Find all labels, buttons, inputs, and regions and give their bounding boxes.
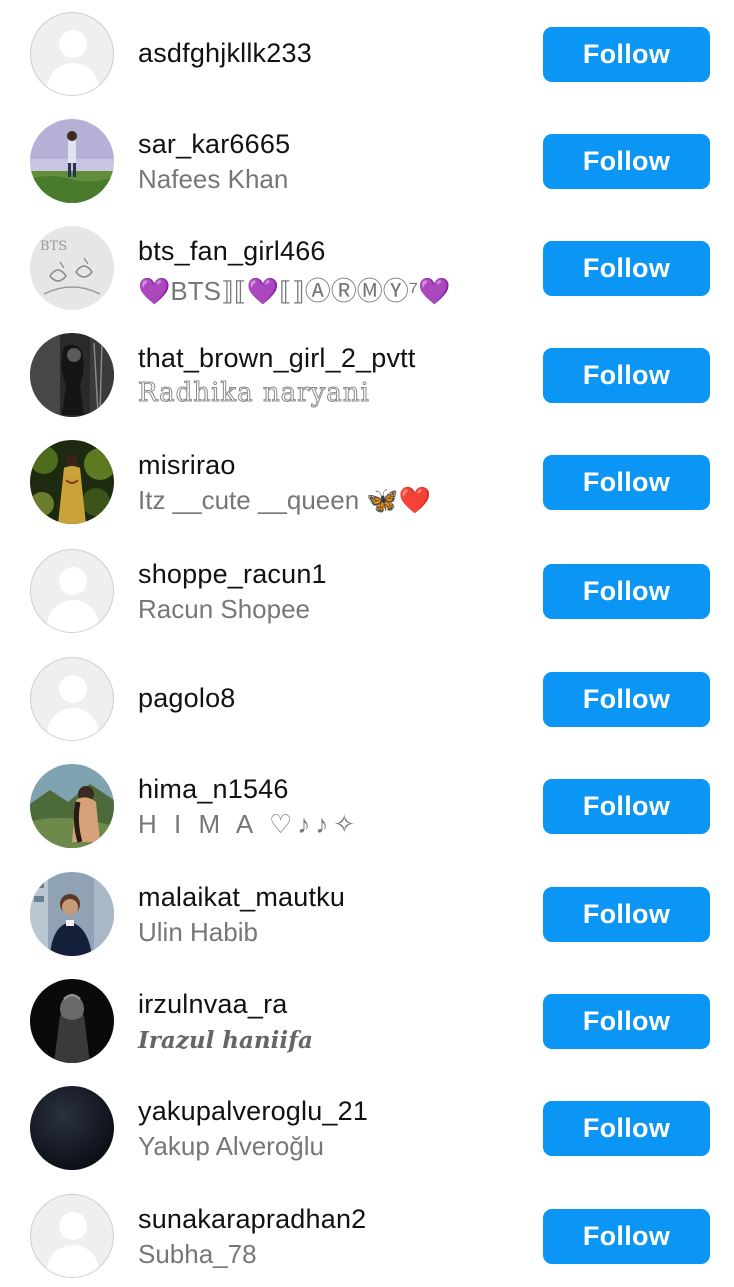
profile-photo-avatar[interactable]: BTS [30,226,114,310]
username[interactable]: bts_fan_girl466 [138,236,326,267]
list-item[interactable]: shoppe_racun1 Racun Shopee Follow [0,535,734,642]
username[interactable]: pagolo8 [138,683,236,714]
follow-button[interactable]: Follow [543,348,710,403]
profile-photo-avatar[interactable] [30,1086,114,1170]
username[interactable]: misrirao [138,450,236,481]
username[interactable]: malaikat_mautku [138,882,345,913]
full-name: Radhika naryani [138,378,370,409]
list-item[interactable]: irzulnvaa_ra Irazul haniifa Follow [0,965,734,1072]
follow-button[interactable]: Follow [543,27,710,82]
full-name: Yakup Alveroğlu [138,1131,324,1161]
follow-button[interactable]: Follow [543,455,710,510]
suggested-accounts-list: asdfghjkllk233 Follow sar_kar6665 Nafees… [0,0,734,1280]
follow-button[interactable]: Follow [543,779,710,834]
profile-photo-avatar[interactable] [30,764,114,848]
full-name: Irazul haniifa [138,1027,313,1054]
profile-photo-avatar[interactable] [30,979,114,1063]
follow-button[interactable]: Follow [543,672,710,727]
profile-photo-avatar[interactable] [30,440,114,524]
list-item[interactable]: BTS bts_fan_girl466 💜BTS⟧⟦💜⟦⟧ⒶⓇⓂⓎ⁷💜 Foll… [0,214,734,321]
list-item[interactable]: hima_n1546 H I M A ♡♪♪✧ Follow [0,750,734,857]
username[interactable]: that_brown_girl_2_pvtt [138,343,416,374]
list-item[interactable]: misrirao Itz __cute __queen 🦋❤️ Follow [0,428,734,535]
list-item[interactable]: sunakarapradhan2 Subha_78 Follow [0,1180,734,1287]
username[interactable]: hima_n1546 [138,774,289,805]
username[interactable]: asdfghjkllk233 [138,38,312,69]
list-item[interactable]: yakupalveroglu_21 Yakup Alveroğlu Follow [0,1072,734,1179]
full-name: Subha_78 [138,1239,257,1269]
profile-photo-avatar[interactable] [30,333,114,417]
follow-button[interactable]: Follow [543,241,710,296]
list-item[interactable]: that_brown_girl_2_pvtt Radhika naryani F… [0,321,734,428]
follow-button[interactable]: Follow [543,1209,710,1264]
svg-text:BTS: BTS [40,239,67,254]
list-item[interactable]: pagolo8 Follow [0,643,734,750]
username[interactable]: irzulnvaa_ra [138,989,287,1020]
profile-photo-avatar[interactable] [30,872,114,956]
full-name: Racun Shopee [138,594,311,624]
username[interactable]: sunakarapradhan2 [138,1204,366,1235]
full-name: Ulin Habib [138,917,258,947]
default-avatar-icon[interactable] [30,549,114,633]
full-name: Itz __cute __queen 🦋❤️ [138,485,432,515]
full-name: Nafees Khan [138,164,289,194]
default-avatar-icon[interactable] [30,12,114,96]
username[interactable]: shoppe_racun1 [138,559,327,590]
username[interactable]: yakupalveroglu_21 [138,1096,368,1127]
profile-photo-avatar[interactable] [30,119,114,203]
full-name: 💜BTS⟧⟦💜⟦⟧ⒶⓇⓂⓎ⁷💜 [138,276,451,306]
list-item[interactable]: malaikat_mautku Ulin Habib Follow [0,858,734,965]
follow-button[interactable]: Follow [543,134,710,189]
follow-button[interactable]: Follow [543,994,710,1049]
list-item[interactable]: asdfghjkllk233 Follow [0,0,734,107]
follow-button[interactable]: Follow [543,887,710,942]
full-name: H I M A ♡♪♪✧ [138,809,361,839]
username[interactable]: sar_kar6665 [138,129,290,160]
list-item[interactable]: sar_kar6665 Nafees Khan Follow [0,107,734,214]
follow-button[interactable]: Follow [543,564,710,619]
default-avatar-icon[interactable] [30,657,114,741]
follow-button[interactable]: Follow [543,1101,710,1156]
default-avatar-icon[interactable] [30,1194,114,1278]
